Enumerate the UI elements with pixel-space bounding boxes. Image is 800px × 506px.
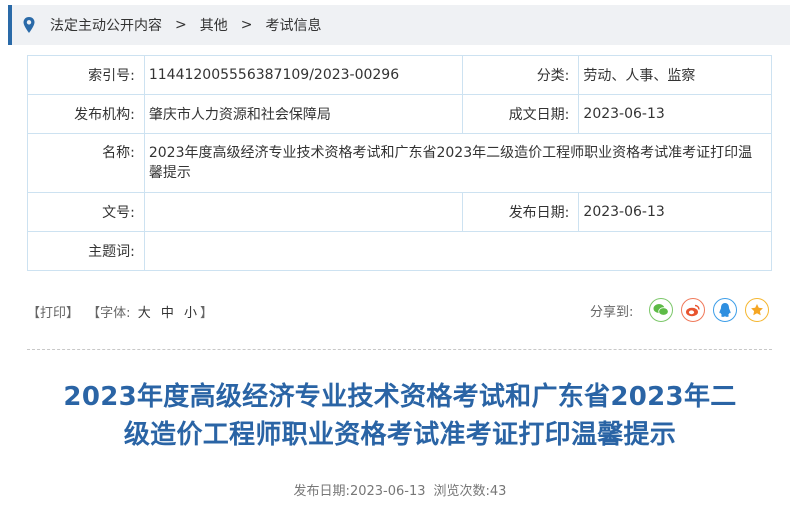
table-row: 发布机构: 肇庆市人力资源和社会保障局 成文日期: 2023-06-13 xyxy=(27,94,772,134)
keywords-value xyxy=(143,231,773,271)
font-large-button[interactable]: 大 xyxy=(138,306,151,321)
location-pin-icon xyxy=(22,16,36,34)
publish-date-label: 发布日期: xyxy=(461,192,580,232)
share-label: 分享到: xyxy=(590,304,634,320)
views-label: 浏览次数: xyxy=(433,484,490,499)
category-label: 分类: xyxy=(461,55,580,95)
doc-number-label: 文号: xyxy=(27,192,145,232)
article-title-line: 级造价工程师职业资格考试准考证打印温馨提示 xyxy=(123,420,677,450)
qq-icon[interactable] xyxy=(713,298,738,322)
publish-date-value: 2023-06-13 xyxy=(349,484,426,499)
index-value: 114412005556387109/2023-00296 xyxy=(143,55,463,95)
breadcrumb: 法定主动公开内容 > 其他 > 考试信息 xyxy=(8,5,790,45)
views-count: 43 xyxy=(489,484,507,499)
publisher-value: 肇庆市人力资源和社会保障局 xyxy=(143,94,463,134)
article-meta: 发布日期:2023-06-13 浏览次数:43 xyxy=(0,480,800,499)
written-date-value: 2023-06-13 xyxy=(578,94,772,134)
font-small-button[interactable]: 小 xyxy=(184,306,197,321)
share-bar: 分享到: xyxy=(590,298,777,322)
breadcrumb-separator: > xyxy=(175,17,187,33)
article-title-line: 2023年度高级经济专业技术资格考试和广东省2023年二 xyxy=(63,382,737,412)
category-value: 劳动、人事、监察 xyxy=(578,55,772,95)
font-size-suffix: 】 xyxy=(200,306,214,321)
publisher-label: 发布机构: xyxy=(27,94,145,134)
written-date-label: 成文日期: xyxy=(461,94,580,134)
wechat-icon[interactable] xyxy=(649,298,674,322)
document-info-table: 索引号: 114412005556387109/2023-00296 分类: 劳… xyxy=(27,55,773,271)
breadcrumb-item-public-content[interactable]: 法定主动公开内容 xyxy=(50,15,162,35)
keywords-label: 主题词: xyxy=(27,231,145,271)
breadcrumb-separator: > xyxy=(240,17,253,33)
weibo-icon[interactable] xyxy=(681,298,706,322)
table-row: 文号: 发布日期: 2023-06-13 xyxy=(27,192,772,232)
qzone-star-icon[interactable] xyxy=(745,298,770,322)
publish-date-value: 2023-06-13 xyxy=(578,192,772,232)
table-row: 主题词: xyxy=(27,231,773,271)
index-label: 索引号: xyxy=(27,55,145,95)
divider xyxy=(27,349,772,350)
name-label: 名称: xyxy=(27,133,145,193)
print-button[interactable]: 【打印】 xyxy=(27,306,79,321)
doc-number-value xyxy=(143,192,463,232)
table-row: 名称: 2023年度高级经济专业技术资格考试和广东省2023年二级造价工程师职业… xyxy=(27,133,773,193)
publish-date-label: 发布日期: xyxy=(293,484,350,499)
page-tools: 【打印】 【字体: 大 中 小】 xyxy=(27,302,213,321)
name-value: 2023年度高级经济专业技术资格考试和广东省2023年二级造价工程师职业资格考试… xyxy=(143,133,773,193)
article-title: 2023年度高级经济专业技术资格考试和广东省2023年二 级造价工程师职业资格考… xyxy=(20,378,780,454)
table-row: 索引号: 114412005556387109/2023-00296 分类: 劳… xyxy=(27,55,772,95)
font-size-prefix: 【字体: xyxy=(87,306,131,321)
breadcrumb-item-other[interactable]: 其他 xyxy=(200,15,228,35)
font-medium-button[interactable]: 中 xyxy=(161,306,174,321)
breadcrumb-item-exam-info[interactable]: 考试信息 xyxy=(265,15,321,35)
